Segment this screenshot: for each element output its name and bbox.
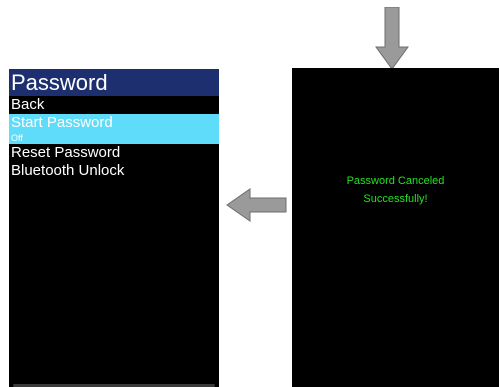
menu-title: Password bbox=[9, 69, 219, 96]
menu-item-value: Off bbox=[11, 133, 23, 143]
menu-item-label: Back bbox=[11, 96, 45, 113]
menu-item-reset-password[interactable]: Reset Password bbox=[9, 144, 219, 162]
menu-item-back[interactable]: Back bbox=[9, 96, 219, 114]
status-message-line2: Successfully! bbox=[363, 193, 428, 205]
illustration: Password Back Start Password Off Reset P… bbox=[0, 0, 500, 387]
status-message-line1: Password Canceled bbox=[346, 175, 445, 187]
menu-item-label: Bluetooth Unlock bbox=[11, 162, 125, 179]
menu-item-label: Reset Password bbox=[11, 144, 121, 161]
menu-item-label: Start Password bbox=[11, 114, 113, 131]
confirmation-screen: Password Canceled Successfully! bbox=[292, 68, 499, 387]
menu-item-start-password[interactable]: Start Password Off bbox=[9, 114, 219, 144]
menu-item-bluetooth-unlock[interactable]: Bluetooth Unlock bbox=[9, 162, 219, 180]
arrow-down-icon bbox=[375, 7, 409, 70]
status-message: Password Canceled Successfully! bbox=[292, 172, 499, 208]
arrow-left-icon bbox=[226, 188, 287, 222]
password-menu-screen: Password Back Start Password Off Reset P… bbox=[9, 69, 219, 387]
